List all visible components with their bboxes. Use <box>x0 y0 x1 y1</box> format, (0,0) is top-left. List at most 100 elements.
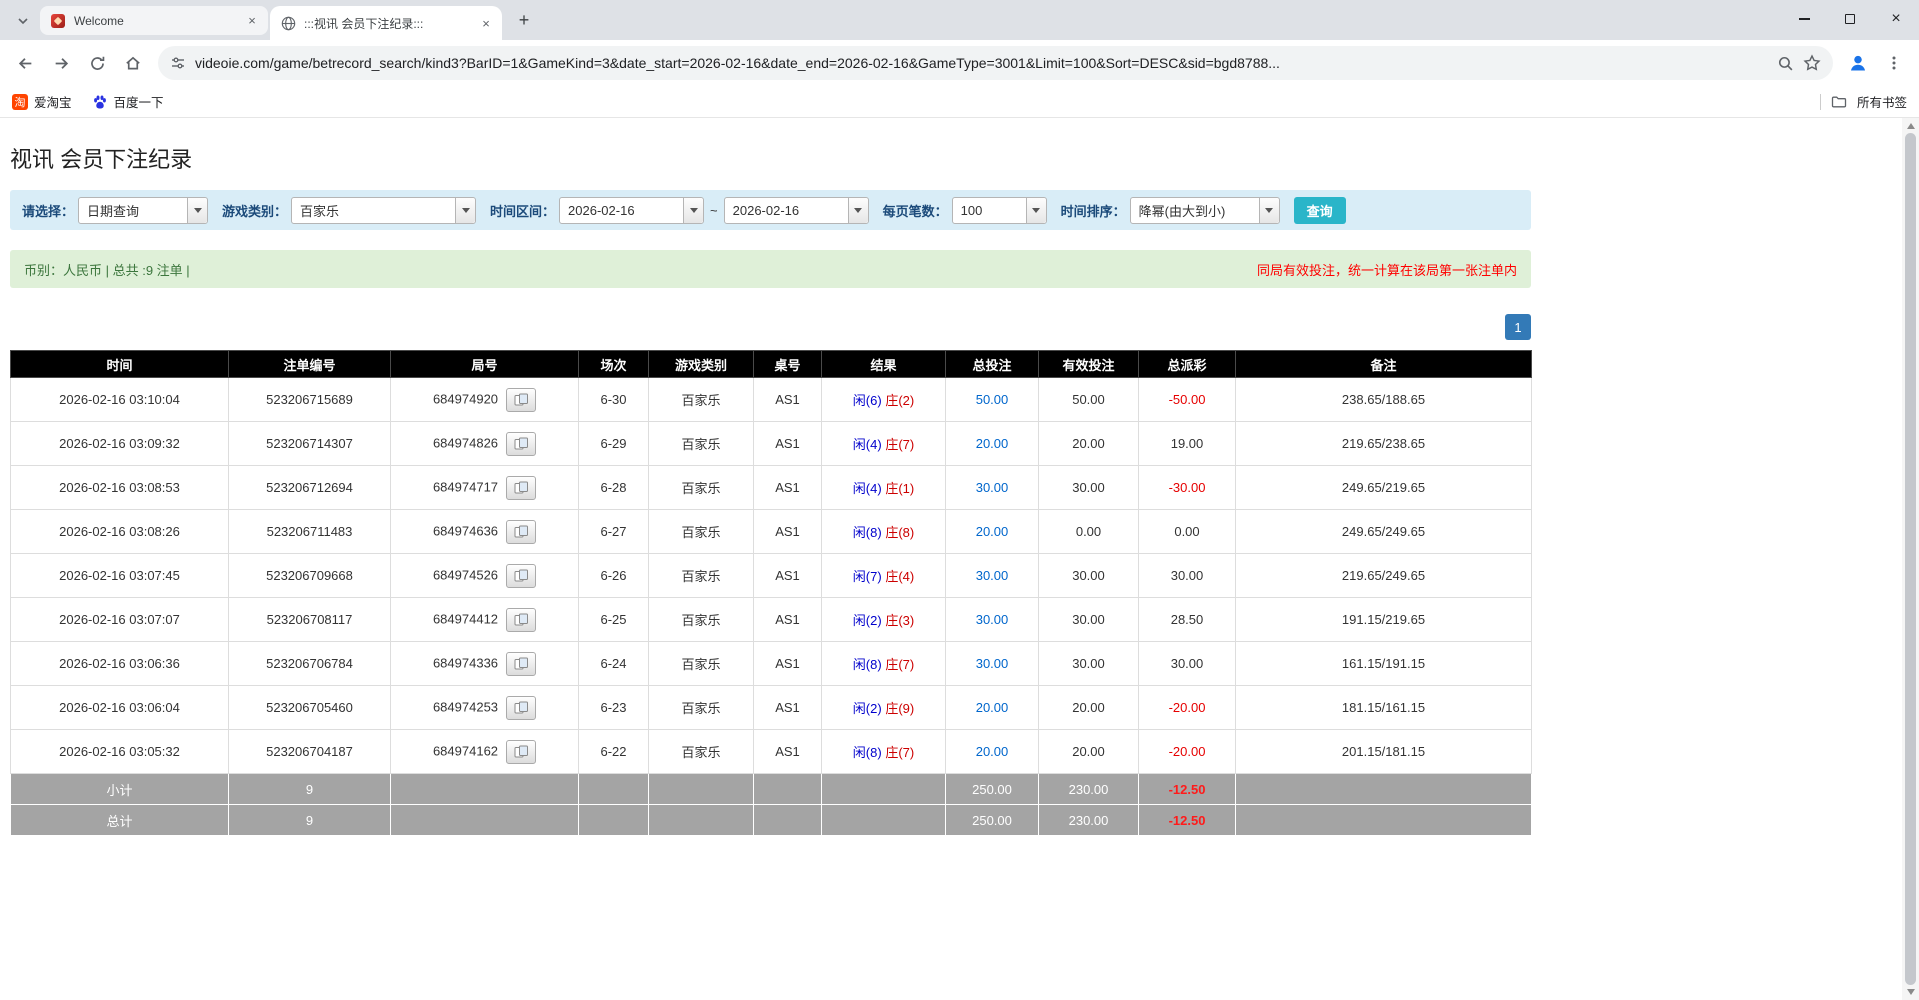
cell-total-bet[interactable]: 20.00 <box>946 510 1039 554</box>
view-result-cards-icon[interactable] <box>506 652 536 676</box>
result-player[interactable]: 闲(2) <box>853 701 882 716</box>
result-banker[interactable]: 庄(4) <box>885 569 914 584</box>
page-scrollbar[interactable] <box>1902 118 1919 1000</box>
footer-empty-cell <box>822 774 946 805</box>
cell-note: 201.15/181.15 <box>1236 730 1532 774</box>
result-banker[interactable]: 庄(7) <box>885 745 914 760</box>
back-button[interactable] <box>8 46 42 80</box>
home-button[interactable] <box>116 46 150 80</box>
cell-table-id: AS1 <box>754 598 822 642</box>
view-result-cards-icon[interactable] <box>506 520 536 544</box>
result-player[interactable]: 闲(2) <box>853 613 882 628</box>
view-result-cards-icon[interactable] <box>506 608 536 632</box>
cell-bet-id: 523206712694 <box>229 466 391 510</box>
view-result-cards-icon[interactable] <box>506 388 536 412</box>
zoom-icon[interactable] <box>1777 55 1794 72</box>
result-banker[interactable]: 庄(9) <box>885 701 914 716</box>
chevron-down-icon[interactable] <box>1026 198 1046 223</box>
reload-button[interactable] <box>80 46 114 80</box>
bookmark-star-icon[interactable] <box>1803 54 1821 72</box>
forward-button[interactable] <box>44 46 78 80</box>
cell-valid-bet: 20.00 <box>1039 686 1139 730</box>
result-player[interactable]: 闲(7) <box>853 569 882 584</box>
tab-search-button[interactable] <box>10 8 36 34</box>
filter-label-game: 游戏类别： <box>222 201 287 220</box>
date-end-input[interactable]: 2026-02-16 <box>724 197 869 224</box>
round-id: 684974162 <box>433 743 498 758</box>
tab-welcome[interactable]: Welcome × <box>40 6 268 35</box>
close-tab-icon[interactable]: × <box>478 15 494 31</box>
view-result-cards-icon[interactable] <box>506 476 536 500</box>
result-banker[interactable]: 庄(7) <box>885 437 914 452</box>
scroll-up-icon[interactable] <box>1907 123 1915 129</box>
column-header: 游戏类别 <box>649 351 754 378</box>
cell-total-bet[interactable]: 20.00 <box>946 422 1039 466</box>
cell-total-bet[interactable]: 30.00 <box>946 554 1039 598</box>
result-player[interactable]: 闲(8) <box>853 745 882 760</box>
footer-label: 小计 <box>11 774 229 805</box>
profile-avatar[interactable] <box>1841 46 1875 80</box>
view-result-cards-icon[interactable] <box>506 740 536 764</box>
url-text[interactable]: videoie.com/game/betrecord_search/kind3?… <box>195 55 1768 71</box>
result-banker[interactable]: 庄(1) <box>885 481 914 496</box>
chevron-down-icon[interactable] <box>187 198 207 223</box>
browser-menu-button[interactable] <box>1877 46 1911 80</box>
view-result-cards-icon[interactable] <box>506 564 536 588</box>
cell-result: 闲(6) 庄(2) <box>822 378 946 422</box>
result-player[interactable]: 闲(8) <box>853 657 882 672</box>
date-start-input[interactable]: 2026-02-16 <box>559 197 704 224</box>
minimize-button[interactable] <box>1781 0 1827 38</box>
bookmark-baidu[interactable]: 百度一下 <box>92 92 164 111</box>
cell-table-id: AS1 <box>754 642 822 686</box>
search-button[interactable]: 查询 <box>1294 197 1346 224</box>
cell-game-type: 百家乐 <box>649 554 754 598</box>
sort-order-select[interactable]: 降幂(由大到小) <box>1130 197 1280 224</box>
chevron-down-icon[interactable] <box>455 198 475 223</box>
maximize-button[interactable] <box>1827 0 1873 38</box>
all-bookmarks[interactable]: 所有书签 <box>1820 92 1907 111</box>
cell-total-bet[interactable]: 20.00 <box>946 730 1039 774</box>
footer-empty-cell <box>1236 774 1532 805</box>
all-bookmarks-label: 所有书签 <box>1857 92 1907 111</box>
tab-bet-records[interactable]: :::视讯 会员下注纪录::: × <box>270 6 502 40</box>
view-result-cards-icon[interactable] <box>506 696 536 720</box>
chevron-down-icon[interactable] <box>1259 198 1279 223</box>
result-player[interactable]: 闲(4) <box>853 481 882 496</box>
result-player[interactable]: 闲(6) <box>853 393 882 408</box>
cell-result: 闲(2) 庄(9) <box>822 686 946 730</box>
result-banker[interactable]: 庄(8) <box>885 525 914 540</box>
cell-total-bet[interactable]: 30.00 <box>946 598 1039 642</box>
result-banker[interactable]: 庄(3) <box>885 613 914 628</box>
cell-payout: 0.00 <box>1139 510 1236 554</box>
chevron-down-icon[interactable] <box>683 198 703 223</box>
result-player[interactable]: 闲(8) <box>853 525 882 540</box>
game-type-select[interactable]: 百家乐 <box>291 197 476 224</box>
close-window-button[interactable]: × <box>1873 0 1919 38</box>
cell-total-bet[interactable]: 50.00 <box>946 378 1039 422</box>
cell-total-bet[interactable]: 30.00 <box>946 466 1039 510</box>
cell-round: 684974920 <box>391 378 579 422</box>
new-tab-button[interactable]: + <box>510 6 538 34</box>
chevron-down-icon[interactable] <box>848 198 868 223</box>
cell-payout: -50.00 <box>1139 378 1236 422</box>
tab-title: Welcome <box>74 14 236 28</box>
result-player[interactable]: 闲(4) <box>853 437 882 452</box>
scrollbar-thumb[interactable] <box>1905 133 1916 985</box>
cell-total-bet[interactable]: 20.00 <box>946 686 1039 730</box>
cell-total-bet[interactable]: 30.00 <box>946 642 1039 686</box>
view-result-cards-icon[interactable] <box>506 432 536 456</box>
bookmark-aitaobao[interactable]: 淘 爱淘宝 <box>12 92 72 111</box>
address-bar[interactable]: videoie.com/game/betrecord_search/kind3?… <box>158 46 1833 80</box>
date-mode-select[interactable]: 日期查询 <box>78 197 208 224</box>
per-page-select[interactable]: 100 <box>952 197 1047 224</box>
round-id: 684974920 <box>433 391 498 406</box>
page-1-button[interactable]: 1 <box>1505 314 1531 340</box>
scroll-down-icon[interactable] <box>1907 989 1915 995</box>
site-info-icon[interactable] <box>170 55 186 71</box>
result-banker[interactable]: 庄(2) <box>885 393 914 408</box>
notice-text: 同局有效投注，统一计算在该局第一张注单内 <box>1257 260 1517 279</box>
close-tab-icon[interactable]: × <box>244 13 260 29</box>
round-id: 684974412 <box>433 611 498 626</box>
footer-valid-bet: 230.00 <box>1039 774 1139 805</box>
result-banker[interactable]: 庄(7) <box>885 657 914 672</box>
